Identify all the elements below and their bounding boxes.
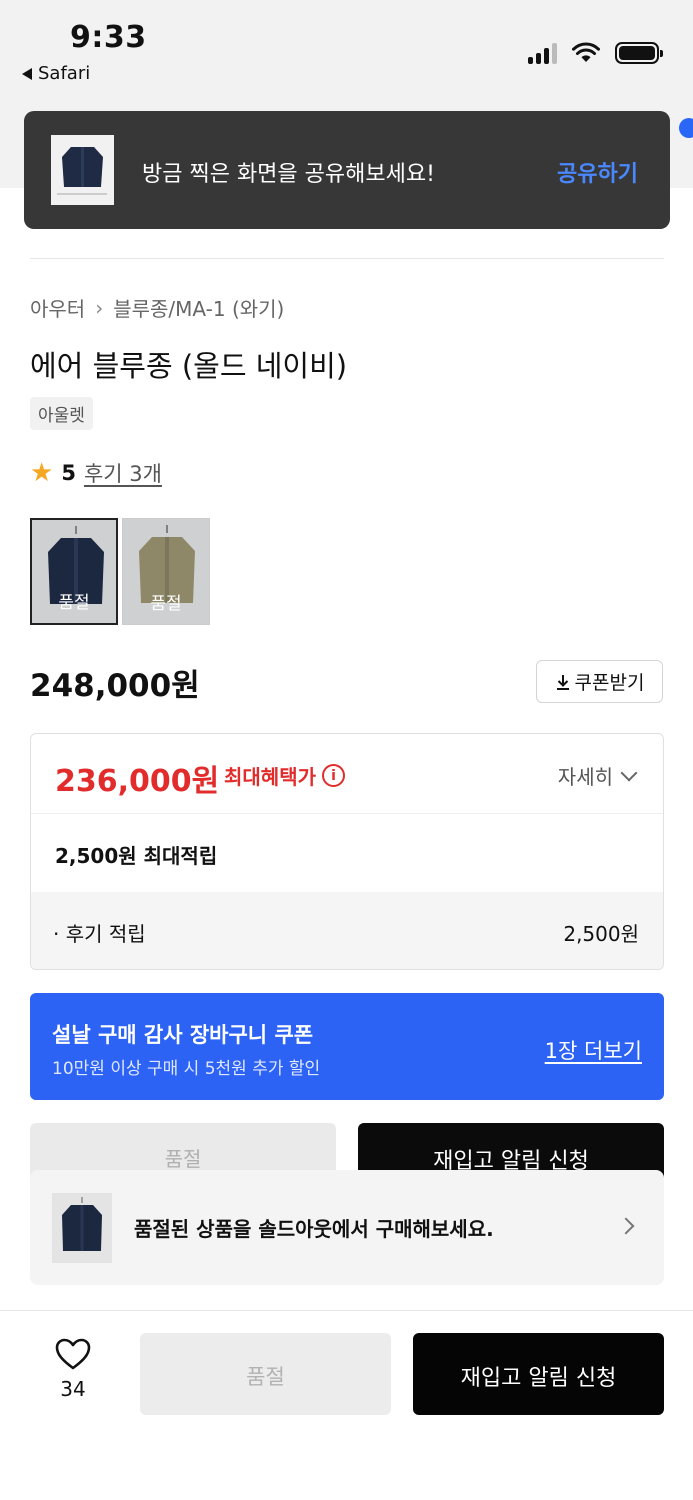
- review-points-row: · 후기 적립 2,500원: [31, 892, 663, 969]
- promo-more-link[interactable]: 1장 더보기: [545, 1035, 642, 1065]
- like-count: 34: [60, 1377, 86, 1401]
- bottom-sold-out-label: 품절: [246, 1365, 285, 1389]
- toast-message: 방금 찍은 화면을 공유해보세요!: [142, 162, 435, 187]
- bottom-bar-divider: [0, 1310, 693, 1311]
- back-app-label: Safari: [38, 63, 91, 84]
- promo-title: 설날 구매 감사 장바구니 쿠폰: [52, 1023, 314, 1047]
- status-bar: 9:33 Safari: [0, 0, 693, 110]
- product-title: 에어 블루종 (올드 네이비): [30, 349, 348, 383]
- back-to-safari-link[interactable]: Safari: [22, 63, 90, 84]
- clock: 9:33: [70, 20, 147, 55]
- chevron-right-icon: ›: [95, 295, 104, 320]
- chevron-down-icon: [620, 764, 638, 781]
- rating-row: ★ 5 후기 3개: [30, 458, 162, 488]
- like-button[interactable]: 34: [50, 1337, 96, 1401]
- max-benefit-label: 최대혜택가 i: [224, 761, 345, 790]
- bottom-restock-alert-button[interactable]: 재입고 알림 신청: [413, 1333, 664, 1415]
- breadcrumb-item-outer[interactable]: 아우터: [30, 293, 85, 322]
- promo-subtitle: 10만원 이상 구매 시 5천원 추가 할인: [52, 1059, 321, 1079]
- max-points: 2,500원 최대적립: [55, 844, 218, 868]
- navy-jacket-thumbnail: [52, 1193, 112, 1263]
- battery-icon: [615, 42, 663, 64]
- back-arrow-icon: [22, 67, 32, 80]
- breadcrumb-item-category[interactable]: 블루종/MA-1 (와기): [113, 293, 284, 322]
- points-row: 2,500원 최대적립: [31, 814, 663, 892]
- review-points-label: · 후기 적립: [53, 922, 146, 946]
- soldout-marketplace-banner[interactable]: 품절된 상품을 솔드아웃에서 구매해보세요.: [30, 1170, 664, 1285]
- download-coupon-button[interactable]: 쿠폰받기: [536, 660, 663, 703]
- max-benefit-text: 최대혜택가: [224, 765, 316, 789]
- sold-out-button-label: 품절: [164, 1147, 202, 1171]
- promo-banner[interactable]: 설날 구매 감사 장바구니 쿠폰 10만원 이상 구매 시 5천원 추가 할인 …: [30, 993, 664, 1100]
- download-icon: [556, 674, 569, 690]
- rating-value: 5: [61, 461, 76, 485]
- product-thumbnail: [52, 1193, 112, 1263]
- sold-out-label: 품절: [150, 594, 182, 614]
- outlet-badge: 아울렛: [30, 397, 93, 430]
- notification-dot: [679, 118, 693, 138]
- coupon-button-label: 쿠폰받기: [574, 672, 645, 694]
- star-icon: ★: [30, 458, 54, 488]
- divider: [30, 258, 664, 259]
- share-button[interactable]: 공유하기: [557, 156, 638, 188]
- heart-icon: [55, 1338, 91, 1370]
- system-icons: [528, 42, 663, 64]
- sold-out-label: 품절: [58, 593, 90, 613]
- detail-toggle[interactable]: 자세히: [557, 761, 638, 790]
- max-benefit-row: 236,000원 최대혜택가 i 자세히: [31, 734, 663, 814]
- wifi-icon: [572, 42, 600, 62]
- info-icon[interactable]: i: [322, 764, 345, 787]
- cellular-signal-icon: [528, 42, 557, 64]
- product-price: 248,000원: [30, 668, 200, 704]
- max-benefit-price: 236,000원: [55, 764, 220, 799]
- screenshot-thumbnail[interactable]: [51, 135, 114, 205]
- color-swatch-navy[interactable]: 품절: [30, 518, 118, 625]
- jacket-thumbnail-image: [51, 135, 114, 205]
- bottom-sold-out-button: 품절: [140, 1333, 391, 1415]
- breadcrumb: 아우터 › 블루종/MA-1 (와기): [30, 293, 284, 322]
- soldout-banner-text: 품절된 상품을 솔드아웃에서 구매해보세요.: [134, 1217, 494, 1241]
- detail-label: 자세히: [557, 765, 613, 789]
- review-points-value: 2,500원: [563, 922, 639, 946]
- benefit-box: 236,000원 최대혜택가 i 자세히 2,500원 최대적립 · 후기 적립…: [30, 733, 664, 970]
- reviews-link[interactable]: 후기 3개: [84, 458, 162, 488]
- share-toast: 방금 찍은 화면을 공유해보세요! 공유하기: [24, 111, 670, 229]
- chevron-right-icon: [617, 1217, 635, 1235]
- bottom-restock-alert-label: 재입고 알림 신청: [460, 1366, 617, 1391]
- color-swatch-olive[interactable]: 품절: [122, 518, 210, 625]
